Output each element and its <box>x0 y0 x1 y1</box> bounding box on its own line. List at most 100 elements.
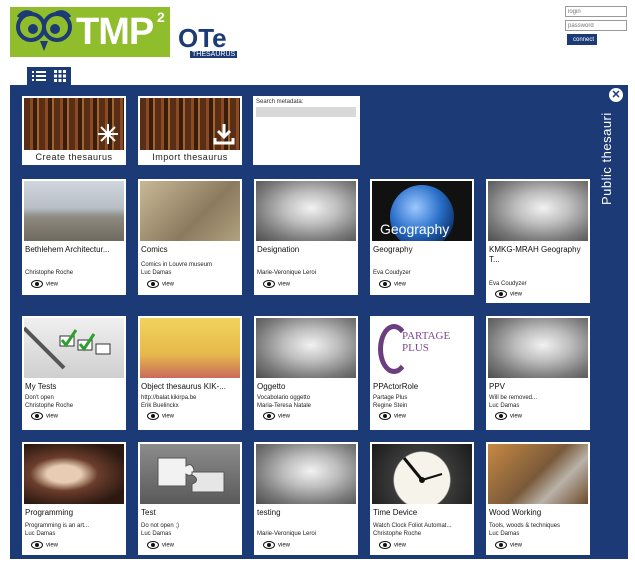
connect-button[interactable]: connect <box>567 34 597 45</box>
thesaurus-card[interactable]: Wood Working Tools, woods & techniques L… <box>486 442 590 555</box>
eye-icon <box>31 280 43 288</box>
view-link[interactable]: view <box>495 290 522 298</box>
thesaurus-card[interactable]: Test Do not open ;) Luc Damas view <box>138 442 242 555</box>
grid-view-icon[interactable] <box>53 70 67 82</box>
card-title: Wood Working <box>489 508 542 517</box>
thesaurus-card[interactable]: Geography Geography Eva Coudyzer view <box>370 179 474 295</box>
card-image <box>24 444 124 504</box>
password-input[interactable] <box>565 20 627 31</box>
eye-icon <box>379 280 391 288</box>
card-image <box>488 444 588 504</box>
card-image: Geography <box>372 181 472 241</box>
logo-text: TMP <box>76 11 154 53</box>
card-author: Christophe Roche <box>373 531 422 537</box>
card-author: Eva Coudyzer <box>489 281 527 287</box>
thesaurus-card[interactable]: KMKG-MRAH Geography T... Eva Coudyzer vi… <box>486 179 590 303</box>
card-title: Comics <box>141 245 168 254</box>
eye-icon <box>263 280 275 288</box>
view-link[interactable]: view <box>379 280 406 288</box>
card-description: Will be removed... <box>489 395 538 401</box>
view-mode-tabs <box>27 67 71 85</box>
view-link[interactable]: view <box>495 412 522 420</box>
eye-icon <box>495 412 507 420</box>
view-label: view <box>162 542 175 549</box>
view-link[interactable]: view <box>263 280 290 288</box>
card-author: Luc Damas <box>489 403 520 409</box>
card-author: Erik Buelinckx <box>141 403 179 409</box>
card-title: Bethlehem Architectur... <box>25 245 110 254</box>
view-label: view <box>510 542 523 549</box>
eye-icon <box>379 412 391 420</box>
view-link[interactable]: view <box>379 412 406 420</box>
eye-icon <box>147 541 159 549</box>
search-metadata-input[interactable] <box>256 107 356 117</box>
clock-icon <box>402 457 443 483</box>
card-author: Eva Coudyzer <box>373 270 411 276</box>
view-link[interactable]: view <box>147 541 174 549</box>
view-link[interactable]: view <box>495 541 522 549</box>
thesaurus-card[interactable]: Object thesaurus KIK-... http://balat.ki… <box>138 316 242 430</box>
thesaurus-card[interactable]: Bethlehem Architectur... Christophe Roch… <box>22 179 126 295</box>
ote-subtitle-text: THESAURUS <box>192 51 236 58</box>
card-image: PARTAGE PLUS <box>372 318 472 378</box>
books-image <box>24 98 124 150</box>
card-description: Don't open <box>25 395 54 401</box>
card-image <box>24 181 124 241</box>
import-thesaurus-button[interactable]: Import thesaurus <box>138 96 242 165</box>
card-author: Luc Damas <box>489 531 520 537</box>
card-description: Tools, woods & techniques <box>489 523 561 529</box>
view-link[interactable]: view <box>147 280 174 288</box>
view-link[interactable]: view <box>263 412 290 420</box>
view-label: view <box>162 281 175 288</box>
card-author: Luc Damas <box>25 531 56 537</box>
card-description: http://balat.kikirpa.be <box>141 395 197 401</box>
card-description: Programming is an art... <box>25 523 90 529</box>
view-label: view <box>394 413 407 420</box>
view-label: view <box>46 281 59 288</box>
card-title: Programming <box>25 508 74 517</box>
card-title: My Tests <box>25 382 57 391</box>
view-label: view <box>394 542 407 549</box>
card-title: testing <box>257 508 281 517</box>
logo-superscript: 2 <box>157 9 165 25</box>
card-image <box>24 318 124 378</box>
list-view-icon[interactable] <box>32 70 46 82</box>
thesaurus-card[interactable]: testing Marie-Veronique Leroi view <box>254 442 358 555</box>
create-thesaurus-button[interactable]: Create thesaurus <box>22 96 126 165</box>
view-link[interactable]: view <box>31 541 58 549</box>
card-author: Maria-Teresa Natale <box>257 403 312 409</box>
thesaurus-card[interactable]: Programming Programming is an art... Luc… <box>22 442 126 555</box>
thesaurus-card[interactable]: PARTAGE PLUS PPActorRole Partage Plus Re… <box>370 316 474 430</box>
view-link[interactable]: view <box>31 412 58 420</box>
thesaurus-card[interactable]: Time Device Watch Clock Foliot Automat..… <box>370 442 474 555</box>
card-author: Marie-Veronique Leroi <box>257 531 317 537</box>
view-label: view <box>278 281 291 288</box>
app-logo: TMP 2 OTe THESAURUS <box>10 5 238 60</box>
view-link[interactable]: view <box>263 541 290 549</box>
owl-logo-icon <box>16 10 72 51</box>
eye-icon <box>147 412 159 420</box>
view-link[interactable]: view <box>379 541 406 549</box>
view-label: view <box>46 413 59 420</box>
close-icon[interactable]: ✕ <box>609 88 623 102</box>
thesaurus-card[interactable]: Designation Marie-Veronique Leroi view <box>254 179 358 295</box>
card-title: Designation <box>257 245 300 254</box>
view-link[interactable]: view <box>31 280 58 288</box>
thesaurus-card[interactable]: My Tests Don't open Christophe Roche vie… <box>22 316 126 430</box>
view-label: view <box>46 542 59 549</box>
thesaurus-card[interactable]: Oggetto Vocabolario oggetto Maria-Teresa… <box>254 316 358 430</box>
eye-icon <box>495 290 507 298</box>
card-image <box>256 181 356 241</box>
eye-icon <box>31 412 43 420</box>
card-description: Vocabolario oggetto <box>257 395 311 401</box>
card-title: KMKG-MRAH Geography T... <box>489 245 581 264</box>
thesaurus-card[interactable]: Comics Comics in Louvre museum Luc Damas… <box>138 179 242 295</box>
view-link[interactable]: view <box>147 412 174 420</box>
card-author: Christophe Roche <box>25 270 74 276</box>
card-description: Partage Plus <box>373 395 408 401</box>
thesaurus-card[interactable]: PPV Will be removed... Luc Damas view <box>486 316 590 430</box>
card-image <box>140 318 240 378</box>
login-input[interactable] <box>565 6 627 17</box>
card-image <box>256 444 356 504</box>
view-label: view <box>162 413 175 420</box>
